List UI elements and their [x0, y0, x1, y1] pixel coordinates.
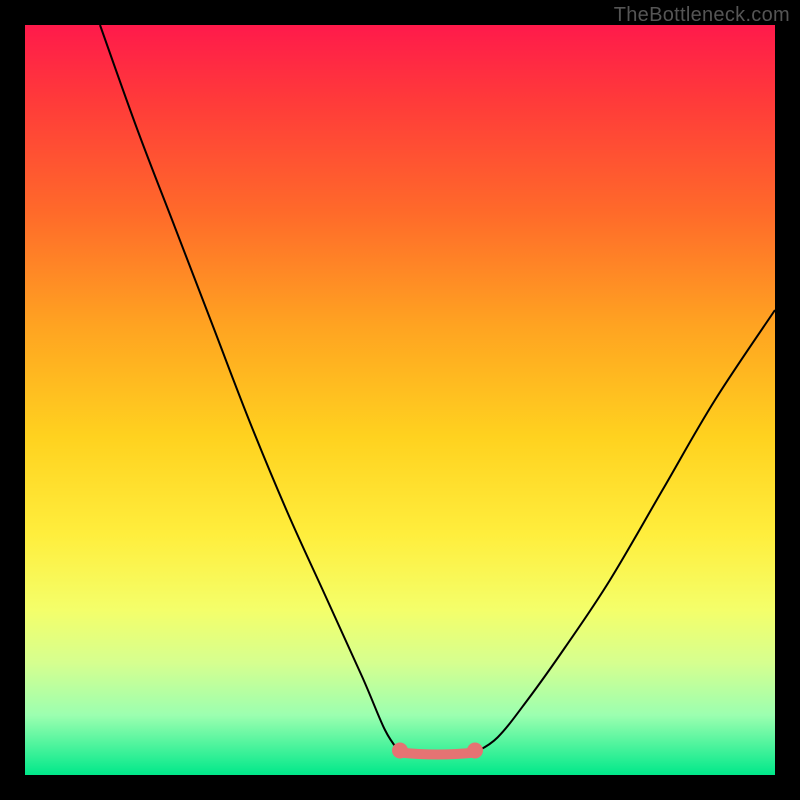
watermark-text: TheBottleneck.com [614, 4, 790, 27]
plot-area [25, 25, 775, 775]
left-curve [100, 25, 400, 753]
chart-frame: TheBottleneck.com [0, 0, 800, 800]
flat-dot-left [392, 743, 408, 759]
flat-bottom-segment [400, 753, 475, 755]
right-curve [475, 310, 775, 753]
flat-dot-right [467, 743, 483, 759]
curve-svg [25, 25, 775, 775]
